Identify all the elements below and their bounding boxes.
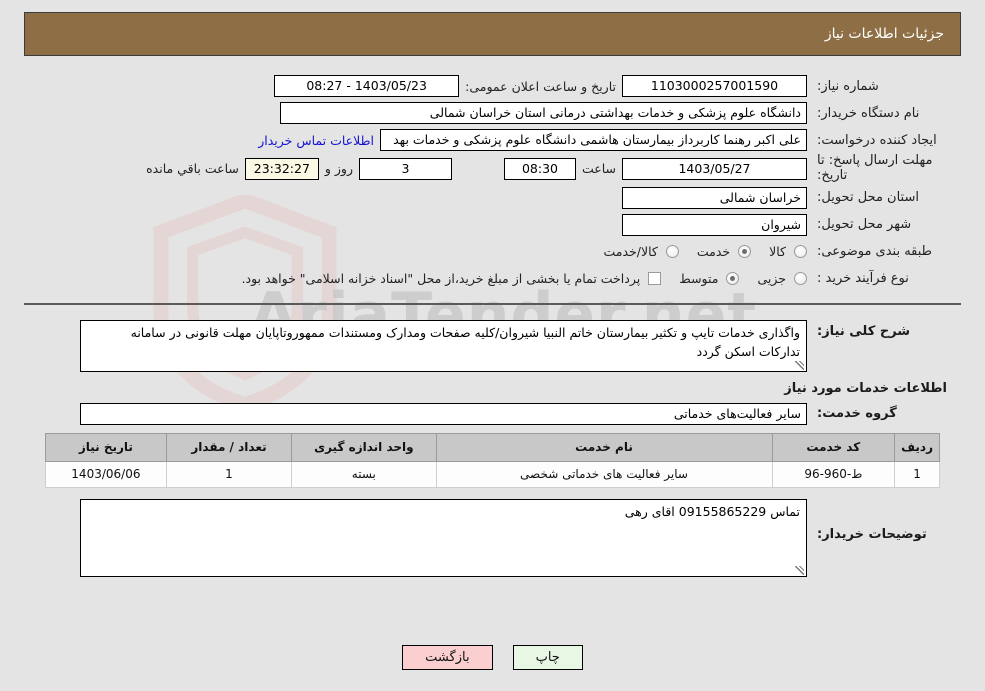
need-number-label: شماره نیاز:	[817, 78, 879, 94]
buyer-org-label: نام دستگاه خریدار:	[817, 105, 920, 121]
purchase-type-radio-group: جزیی متوسط پرداخت تمام یا بخشی از مبلغ خ…	[228, 271, 807, 286]
radio-category-khedmat-label: خدمت	[696, 244, 731, 260]
row-deadline: مهلت ارسال پاسخ: تا تاریخ: 1403/05/27 سا…	[24, 153, 961, 184]
public-announce-field: 1403/05/23 - 08:27	[274, 75, 460, 97]
col-unit: واحد اندازه گیری	[291, 432, 437, 462]
table-header-row: ردیف کد خدمت نام خدمت واحد اندازه گیری ت…	[45, 432, 940, 462]
row-description: شرح کلی نیاز: واگذاری خدمات تایپ و تکثیر…	[24, 314, 961, 372]
deadline-date-field: 1403/05/27	[622, 157, 807, 180]
radio-category-kala-khedmat-label: کالا/خدمت	[603, 244, 658, 260]
row-need-number: شماره نیاز: 1103000257001590 تاریخ و ساع…	[24, 73, 961, 99]
radio-category-kala-khedmat[interactable]	[665, 245, 679, 259]
services-section-heading: اطلاعات خدمات مورد نیاز	[784, 380, 947, 396]
treasury-bond-checkbox[interactable]	[648, 272, 662, 286]
province-field: خراسان شمالی	[622, 186, 807, 209]
creator-field: علی اکبر رهنما کاربرداز بیمارستان هاشمی …	[380, 129, 807, 151]
row-buyer-org: نام دستگاه خریدار: دانشگاه علوم پزشکی و …	[24, 100, 961, 126]
col-quantity: تعداد / مقدار	[165, 432, 293, 462]
creator-label: ایجاد کننده درخواست:	[817, 132, 937, 148]
need-info-section: شماره نیاز: 1103000257001590 تاریخ و ساع…	[24, 64, 961, 305]
deadline-label-line2: تاریخ:	[817, 167, 848, 183]
deadline-time-label: ساعت	[581, 161, 616, 177]
deadline-label: مهلت ارسال پاسخ: تا تاریخ:	[807, 153, 957, 184]
radio-category-kala[interactable]	[794, 245, 807, 259]
row-category: طبقه بندی موضوعی: کالا خدمت کالا/خدمت	[24, 239, 961, 265]
category-label: طبقه بندی موضوعی:	[817, 244, 933, 260]
radio-purchase-jozi-label: جزیی	[757, 271, 786, 287]
province-label: استان محل تحویل:	[817, 190, 919, 206]
radio-category-khedmat[interactable]	[738, 245, 752, 259]
radio-purchase-motavasset[interactable]	[726, 272, 740, 286]
cell-need-date: 1403/06/06	[45, 460, 167, 488]
deadline-label-line1: مهلت ارسال پاسخ: تا	[817, 153, 933, 168]
radio-category-kala-label: کالا	[769, 244, 786, 260]
back-button[interactable]: بازگشت	[402, 645, 493, 670]
row-province: استان محل تحویل: خراسان شمالی	[24, 185, 961, 211]
row-buyer-notes: توضیحات خریدار: تماس 09155865229 اقای ره…	[24, 489, 961, 577]
col-code: کد خدمت	[771, 432, 896, 462]
radio-purchase-motavasset-label: متوسط	[679, 271, 719, 287]
details-panel: شماره نیاز: 1103000257001590 تاریخ و ساع…	[24, 64, 961, 588]
description-textarea[interactable]: واگذاری خدمات تایپ و تکثیر بیمارستان خات…	[80, 319, 807, 372]
cell-radif: 1	[894, 460, 940, 488]
description-label: شرح کلی نیاز:	[817, 323, 911, 339]
print-button[interactable]: چاپ	[512, 645, 583, 670]
category-radio-group: کالا خدمت کالا/خدمت	[589, 244, 807, 259]
public-announce-label: تاریخ و ساعت اعلان عمومی:	[465, 78, 616, 94]
cell-unit: بسته	[291, 460, 437, 488]
action-button-bar: چاپ بازگشت	[0, 645, 985, 670]
radio-purchase-jozi[interactable]	[794, 272, 807, 286]
buyer-contact-link[interactable]: اطلاعات تماس خریدار	[252, 133, 380, 148]
city-label: شهر محل تحویل:	[817, 217, 912, 233]
buyer-org-field: دانشگاه علوم پزشکی و خدمات بهداشتی درمان…	[280, 102, 807, 124]
purchase-type-label: نوع فرآیند خرید :	[817, 271, 909, 287]
page-header: جزئیات اطلاعات نیاز	[24, 12, 961, 56]
services-table: ردیف کد خدمت نام خدمت واحد اندازه گیری ت…	[45, 432, 940, 488]
deadline-remaining-field: 23:32:27	[244, 157, 319, 180]
deadline-days-field: 3	[358, 157, 452, 180]
row-service-group: گروه خدمت: سایر فعالیت‌های خدماتی	[24, 401, 961, 427]
col-need-date: تاریخ نیاز	[45, 432, 167, 462]
col-radif: ردیف	[894, 432, 940, 462]
col-name: نام خدمت	[435, 432, 773, 462]
page-title: جزئیات اطلاعات نیاز	[824, 26, 944, 42]
row-purchase-type: نوع فرآیند خرید : جزیی متوسط پرداخت تمام…	[24, 266, 961, 292]
cell-name: سایر فعالیت های خدماتی شخصی	[435, 460, 773, 488]
service-group-label: گروه خدمت:	[817, 406, 897, 422]
service-group-field: سایر فعالیت‌های خدماتی	[80, 402, 807, 425]
cell-code: ط-960-96	[771, 460, 896, 488]
description-section: شرح کلی نیاز: واگذاری خدمات تایپ و تکثیر…	[24, 305, 961, 588]
row-city: شهر محل تحویل: شیروان	[24, 212, 961, 238]
treasury-bond-checkbox-label: پرداخت تمام یا بخشی از مبلغ خرید،از محل …	[241, 271, 641, 287]
cell-quantity: 1	[165, 460, 293, 488]
deadline-days-label: روز و	[324, 161, 353, 177]
buyer-notes-textarea[interactable]: تماس 09155865229 اقای رهی	[80, 498, 807, 577]
deadline-remaining-label: ساعت باقي مانده	[146, 161, 239, 177]
city-field: شیروان	[622, 213, 807, 236]
row-creator: ایجاد کننده درخواست: علی اکبر رهنما کارب…	[24, 127, 961, 153]
deadline-time-field: 08:30	[503, 157, 576, 180]
need-number-field: 1103000257001590	[622, 75, 807, 97]
table-row: 1 ط-960-96 سایر فعالیت های خدماتی شخصی ب…	[45, 460, 940, 488]
buyer-notes-label: توضیحات خریدار:	[817, 526, 927, 542]
